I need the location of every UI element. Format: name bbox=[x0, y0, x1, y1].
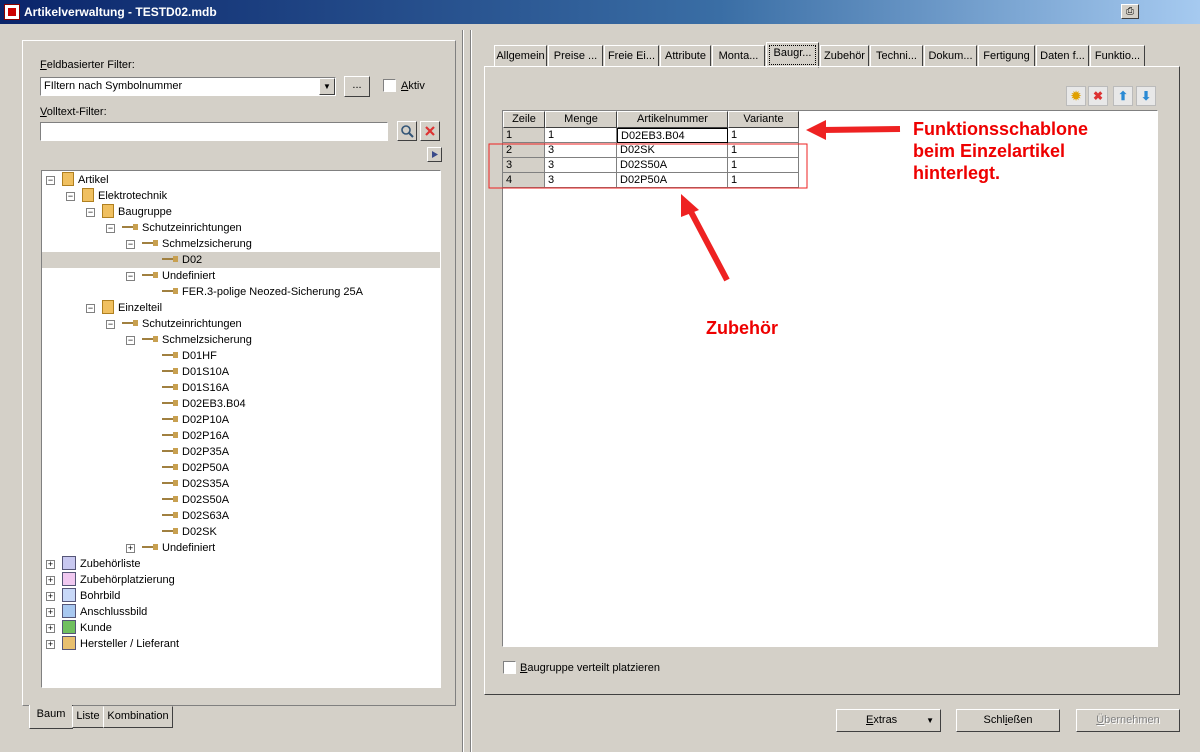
arrow-left-head bbox=[806, 120, 826, 140]
annotation-zubehoer: Zubehör bbox=[706, 318, 778, 338]
annotation-layer bbox=[488, 120, 901, 282]
annotation-function-template: Funktionsschablone beim Einzelartikel hi… bbox=[913, 119, 1089, 183]
arrow-up-line bbox=[687, 208, 730, 282]
arrow-left-line bbox=[821, 126, 901, 133]
highlight-box bbox=[488, 143, 808, 189]
